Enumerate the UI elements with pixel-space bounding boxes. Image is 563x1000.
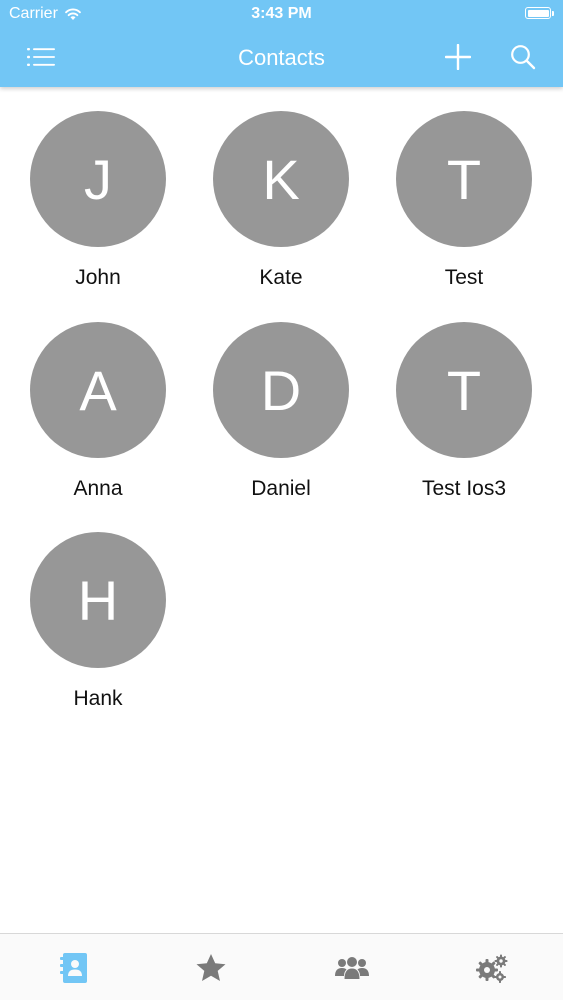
avatar: D xyxy=(213,322,349,458)
contact-item[interactable]: J John xyxy=(18,111,178,290)
battery-icon xyxy=(525,7,554,19)
tab-groups[interactable] xyxy=(322,948,382,988)
add-contact-button[interactable] xyxy=(441,42,475,72)
avatar: J xyxy=(30,111,166,247)
contact-name: Test Ios3 xyxy=(421,477,507,500)
tab-bar xyxy=(0,933,563,1000)
contact-name: Hank xyxy=(73,687,123,710)
tab-favorites[interactable] xyxy=(181,948,241,988)
contact-name: Daniel xyxy=(251,477,311,500)
search-button[interactable] xyxy=(506,42,540,72)
contact-item[interactable]: K Kate xyxy=(201,111,361,290)
contact-name: John xyxy=(75,266,121,289)
avatar: A xyxy=(30,322,166,458)
contact-item[interactable]: T Test xyxy=(384,111,544,290)
navigation-bar: Contacts xyxy=(0,30,563,87)
plus-icon xyxy=(445,44,471,70)
gears-icon xyxy=(476,954,508,983)
battery-fill xyxy=(527,9,549,17)
top-bar: Carrier 3:43 PM Contacts xyxy=(0,0,563,87)
star-icon xyxy=(196,954,226,981)
contact-item[interactable]: A Anna xyxy=(18,322,178,501)
address-book-icon xyxy=(60,953,87,983)
contact-item[interactable]: H Hank xyxy=(18,532,178,711)
contact-item[interactable]: T Test Ios3 xyxy=(384,322,544,501)
users-group-icon xyxy=(335,957,369,979)
status-bar: Carrier 3:43 PM xyxy=(0,0,563,30)
avatar: H xyxy=(30,532,166,668)
avatar: T xyxy=(396,322,532,458)
contact-name: Kate xyxy=(259,266,303,289)
avatar: K xyxy=(213,111,349,247)
contact-item[interactable]: D Daniel xyxy=(201,322,361,501)
contact-name: Anna xyxy=(73,477,123,500)
contact-name: Test xyxy=(444,266,484,289)
avatar: T xyxy=(396,111,532,247)
tab-contacts[interactable] xyxy=(44,948,104,988)
page-title: Contacts xyxy=(238,45,325,70)
tab-settings[interactable] xyxy=(462,948,522,988)
search-icon xyxy=(511,45,536,70)
status-time: 3:43 PM xyxy=(251,5,312,22)
